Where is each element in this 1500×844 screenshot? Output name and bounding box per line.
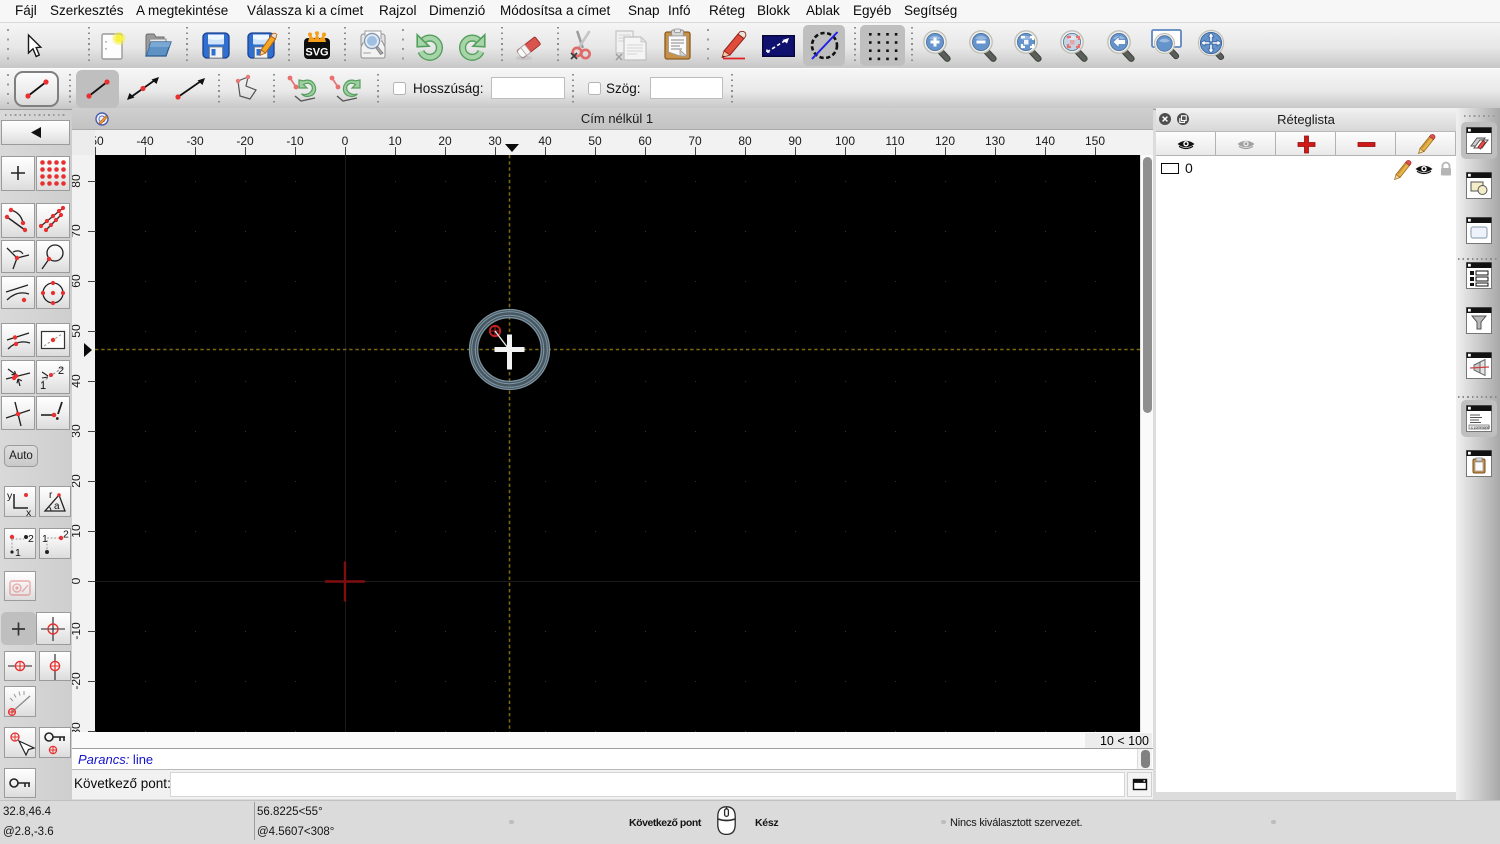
svg-text:1: 1 [42, 533, 48, 545]
svg-text:y: y [7, 490, 13, 502]
svg-text:SVG: SVG [305, 47, 328, 59]
svg-text:c command: c command [1471, 425, 1490, 429]
svg-text:r: r [49, 490, 53, 501]
svg-text:2: 2 [58, 365, 64, 377]
svg-text:2: 2 [28, 533, 34, 545]
svg-text:a: a [54, 501, 60, 512]
svg-text:1: 1 [15, 547, 21, 559]
svg-text:x: x [26, 507, 32, 519]
svg-text:2: 2 [63, 528, 69, 540]
svg-text:1: 1 [40, 380, 46, 392]
